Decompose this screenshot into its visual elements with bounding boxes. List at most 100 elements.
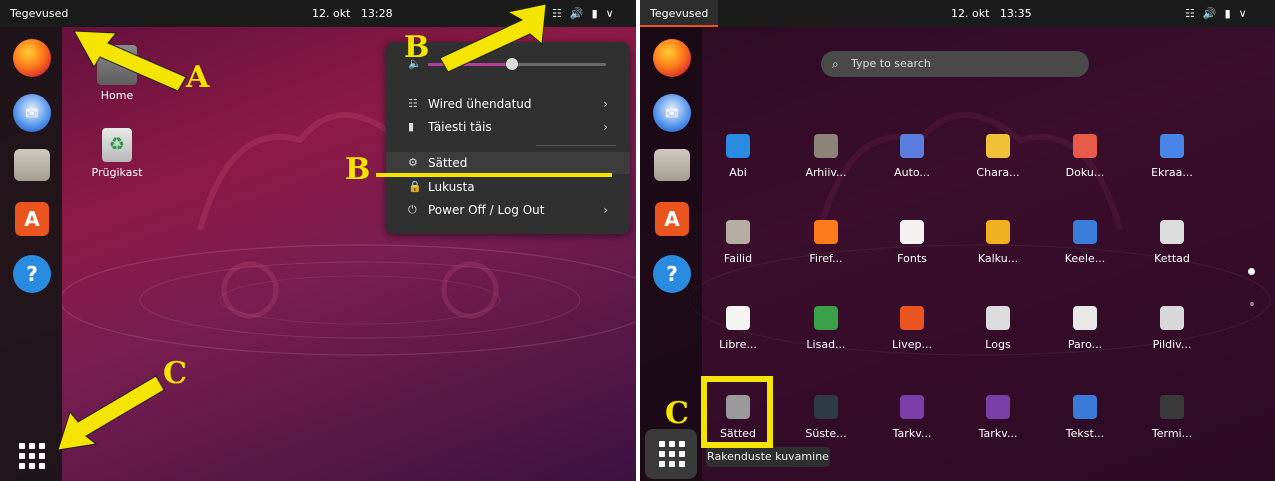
software-store-icon[interactable]: A <box>15 202 49 236</box>
app-tile[interactable]: Keele... <box>1050 220 1120 265</box>
system-tray[interactable]: ☷ 🔊 ▮ ∨ <box>1185 0 1247 27</box>
show-applications-icon[interactable] <box>19 443 45 469</box>
app-tile[interactable]: Libre... <box>703 306 773 351</box>
help-icon[interactable]: ? <box>13 255 51 293</box>
app-tile[interactable]: Livep... <box>877 306 947 351</box>
app-tile-label: Kalku... <box>977 252 1019 265</box>
app-tile[interactable]: Pildiv... <box>1137 306 1207 351</box>
app-tile[interactable]: Doku... <box>1050 134 1120 179</box>
annotation-letter-c-right: C <box>665 396 689 431</box>
app-tile-label: Abi <box>729 166 747 179</box>
menu-item-label: Täiesti täis <box>428 120 492 134</box>
dock: ✉ A ? <box>0 27 62 481</box>
app-tile-label: Tarkv... <box>978 427 1018 440</box>
files-icon[interactable] <box>14 149 50 181</box>
menu-item-label: Lukusta <box>428 180 475 194</box>
app-tile-label: Paro... <box>1067 338 1103 351</box>
network-icon: ☷ <box>1185 7 1195 20</box>
app-tile[interactable]: Ekraa... <box>1137 134 1207 179</box>
search-input[interactable]: ⌕ Type to search <box>821 51 1089 77</box>
chevron-right-icon: › <box>603 203 608 217</box>
trash-icon: ♻ <box>102 128 132 162</box>
date: 12. okt <box>312 7 351 20</box>
annotation-arrow-b-top <box>439 3 547 73</box>
software-icon <box>900 395 924 419</box>
clock[interactable]: 12. okt 13:35 <box>951 0 1032 27</box>
app-tile[interactable]: Fonts <box>877 220 947 265</box>
firefox-icon[interactable] <box>13 39 51 77</box>
time: 13:35 <box>999 7 1032 20</box>
app-tile-label: Failid <box>723 252 753 265</box>
menu-item-settings[interactable]: ⚙ Sätted <box>386 152 630 174</box>
firefox-icon <box>814 220 838 244</box>
app-tile[interactable]: Tarkv... <box>877 395 947 440</box>
app-tile[interactable]: Abi <box>703 134 773 179</box>
chevron-down-icon: ∨ <box>605 7 614 20</box>
activities-button[interactable]: Tegevused <box>640 0 719 27</box>
app-tile[interactable]: Arhiiv... <box>791 134 861 179</box>
app-tile[interactable]: Tekst... <box>1050 395 1120 440</box>
volume-icon: 🔊 <box>569 7 584 20</box>
app-tile-label: Chara... <box>976 166 1020 179</box>
app-tile[interactable]: Termi... <box>1137 395 1207 440</box>
thunderbird-icon[interactable]: ✉ <box>653 94 691 132</box>
clock[interactable]: 12. okt 13:28 <box>312 0 393 27</box>
app-tile[interactable]: Tarkv... <box>963 395 1033 440</box>
battery-icon: ▮ <box>591 7 598 20</box>
app-tile-label: Arhiiv... <box>805 166 847 179</box>
app-tile[interactable]: Chara... <box>963 134 1033 179</box>
app-tile[interactable]: Süste... <box>791 395 861 440</box>
menu-item-label: Power Off / Log Out <box>428 203 545 217</box>
disk-icon <box>1160 220 1184 244</box>
app-tile-label: Firef... <box>809 252 843 265</box>
annotation-letter-c: C <box>163 356 187 391</box>
menu-item-wired[interactable]: ☷ Wired ühendatud › <box>386 93 630 115</box>
menu-item-power[interactable]: ⏻ Power Off / Log Out › <box>386 199 630 221</box>
network-icon: ☷ <box>552 7 562 20</box>
menu-separator <box>536 145 616 146</box>
desktop-trash[interactable]: ♻ Prügikast <box>82 128 152 179</box>
app-tile[interactable]: Auto... <box>877 134 947 179</box>
annotation-highlight-settings <box>701 376 773 448</box>
window-icon <box>900 134 924 158</box>
power-icon: ⏻ <box>408 203 417 216</box>
annotation-underline-b <box>376 173 612 177</box>
lock-icon: 🔒 <box>408 180 422 193</box>
software-store-icon[interactable]: A <box>655 202 689 236</box>
app-tile[interactable]: Kettad <box>1137 220 1207 265</box>
app-tile[interactable]: Kalku... <box>963 220 1033 265</box>
archive-icon <box>814 134 838 158</box>
files-icon[interactable] <box>654 149 690 181</box>
search-placeholder: Type to search <box>851 57 931 70</box>
firefox-icon[interactable] <box>653 39 691 77</box>
annotation-arrow-a <box>73 30 187 92</box>
annotation-letter-b-top: B <box>404 30 430 65</box>
app-tile-label: Logs <box>985 338 1011 351</box>
app-tile-label: Tarkv... <box>892 427 932 440</box>
chevron-right-icon: › <box>603 120 608 134</box>
network-icon: ☷ <box>408 97 418 110</box>
search-icon: ⌕ <box>832 57 839 71</box>
app-tile-label: Libre... <box>719 338 757 351</box>
system-tray[interactable]: ☷ 🔊 ▮ ∨ <box>552 0 614 27</box>
help-icon[interactable]: ? <box>653 255 691 293</box>
libreoffice-icon <box>726 306 750 330</box>
menu-item-label: Wired ühendatud <box>428 97 532 111</box>
app-tile[interactable]: Failid <box>703 220 773 265</box>
menu-item-lock[interactable]: 🔒 Lukusta <box>386 176 630 198</box>
battery-icon: ▮ <box>408 120 415 133</box>
app-tile-label: Tekst... <box>1065 427 1105 440</box>
desktop-trash-label: Prügikast <box>91 166 143 179</box>
page-indicator-active[interactable] <box>1248 268 1255 275</box>
show-applications-icon[interactable] <box>659 441 685 467</box>
date: 12. okt <box>951 7 990 20</box>
page-indicator[interactable] <box>1250 302 1254 306</box>
app-tile[interactable]: Paro... <box>1050 306 1120 351</box>
app-tile[interactable]: Logs <box>963 306 1033 351</box>
thunderbird-icon[interactable]: ✉ <box>13 94 51 132</box>
screenshot-icon <box>1160 134 1184 158</box>
app-tile[interactable]: Firef... <box>791 220 861 265</box>
menu-item-battery[interactable]: ▮ Täiesti täis › <box>386 116 630 138</box>
app-tile[interactable]: Lisad... <box>791 306 861 351</box>
activities-button[interactable]: Tegevused <box>0 0 78 27</box>
